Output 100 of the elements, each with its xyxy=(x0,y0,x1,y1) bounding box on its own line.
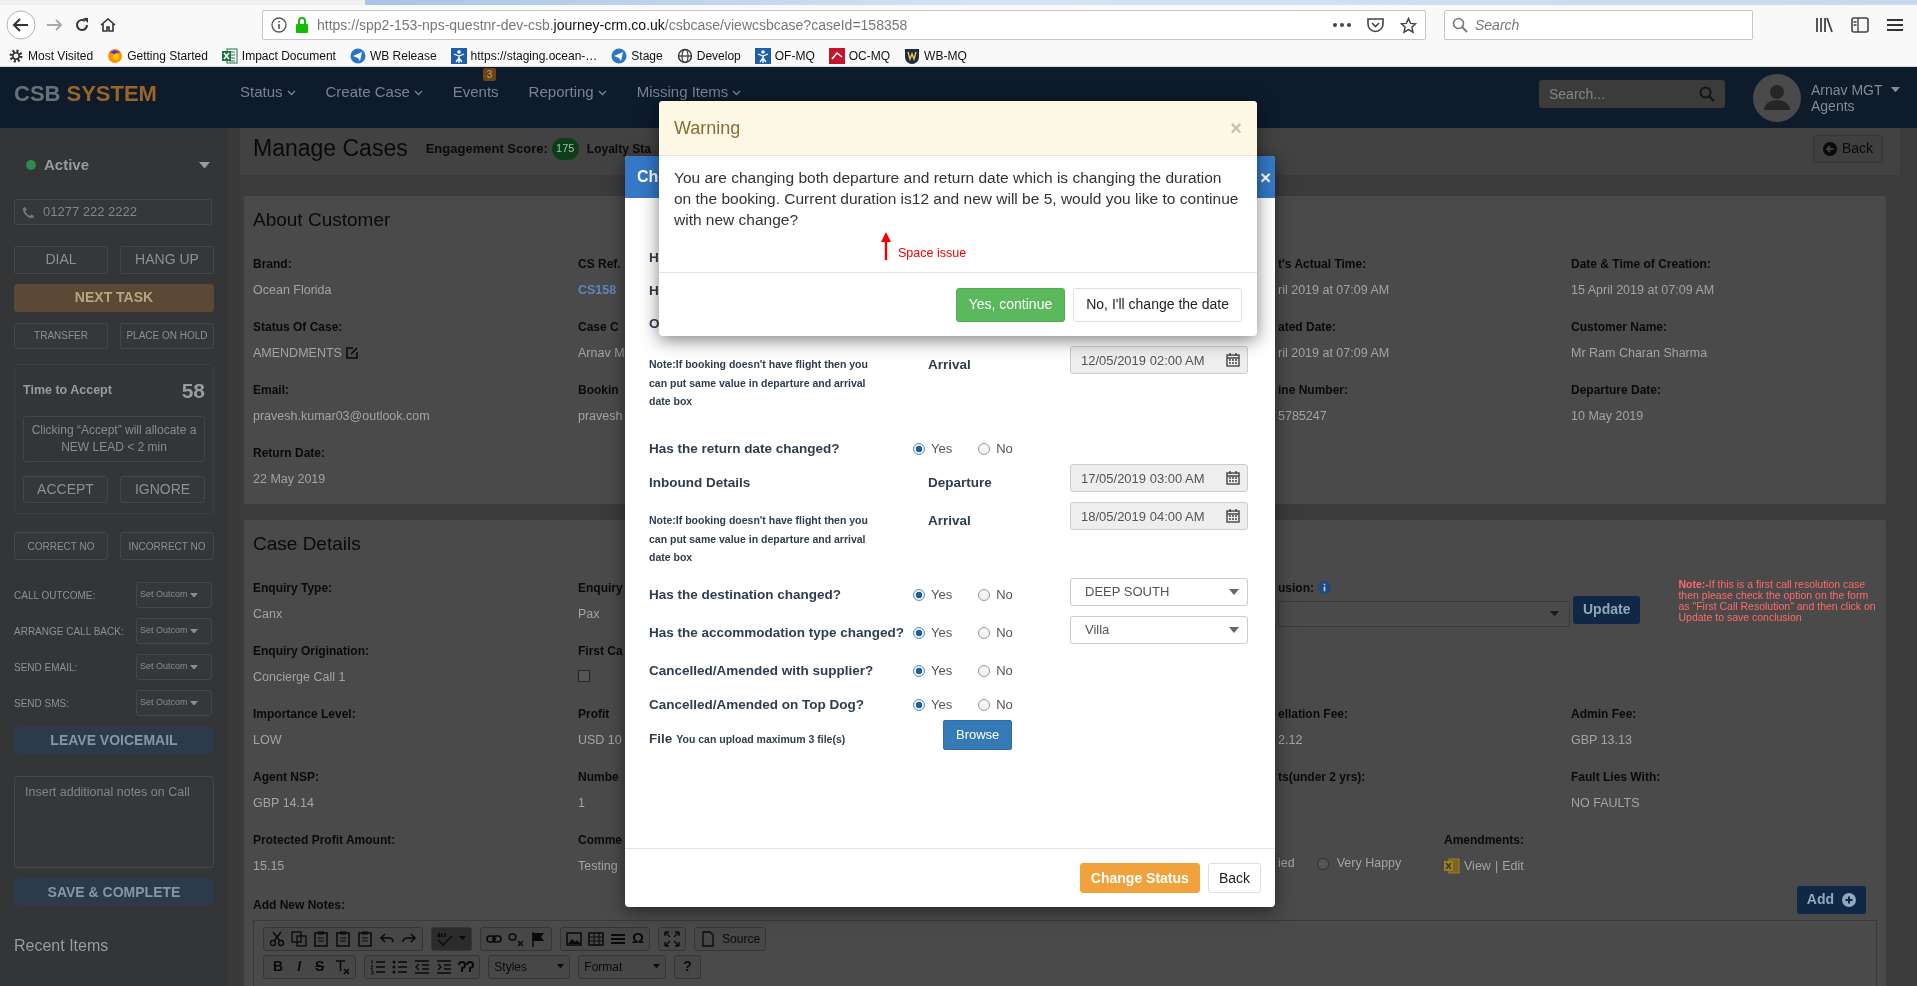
bookmark-link[interactable]: Develop xyxy=(696,46,741,65)
strikethrough-button[interactable]: S xyxy=(315,956,325,977)
italic-button[interactable]: I xyxy=(297,956,301,977)
sidebar-button[interactable]: IGNORE xyxy=(120,476,205,503)
numbered-list-icon[interactable] xyxy=(370,958,387,975)
outcome-dropdown[interactable]: Set Outcom xyxy=(136,654,212,680)
sidebar-button[interactable]: INCORRECT NO xyxy=(120,532,214,560)
search-field[interactable]: Search xyxy=(1444,10,1753,40)
avatar-icon[interactable] xyxy=(1753,73,1801,122)
search-icon[interactable] xyxy=(1699,85,1715,102)
bookmark-link[interactable]: Stage xyxy=(631,46,663,65)
menu-icon[interactable] xyxy=(1887,18,1903,32)
sidebar-button[interactable]: PLACE ON HOLD xyxy=(120,322,214,349)
outcome-dropdown[interactable]: Set Outcom xyxy=(136,690,212,716)
paste-icon[interactable] xyxy=(335,930,351,947)
nav-menu-item[interactable]: Events xyxy=(452,81,499,104)
amendment-link[interactable]: Edit xyxy=(1502,856,1524,876)
paste-icon[interactable] xyxy=(313,930,329,947)
reload-icon[interactable] xyxy=(74,17,90,33)
bookmark-link[interactable]: WB-MQ xyxy=(924,46,967,65)
date-field[interactable]: 12/05/2019 02:00 AM xyxy=(1070,346,1248,374)
clear-format-icon[interactable] xyxy=(334,958,351,975)
spellcheck-icon[interactable] xyxy=(437,930,453,947)
date-field[interactable]: 17/05/2019 03:00 AM xyxy=(1070,464,1248,492)
checkbox[interactable] xyxy=(578,669,590,682)
bold-button[interactable]: B xyxy=(273,956,284,977)
sidebar-button[interactable]: CORRECT NO xyxy=(14,532,108,560)
outcome-dropdown[interactable]: Set Outcom xyxy=(136,618,212,644)
calendar-icon[interactable] xyxy=(1226,353,1240,367)
bookmark-icon[interactable] xyxy=(8,47,24,64)
radio-button[interactable] xyxy=(913,442,925,455)
bookmark-link[interactable]: OF-MQ xyxy=(774,46,815,65)
more-icon[interactable] xyxy=(1333,23,1351,27)
image-icon[interactable] xyxy=(566,930,582,947)
case-reference-link[interactable]: CS158 xyxy=(578,280,617,300)
home-icon[interactable] xyxy=(100,17,116,33)
forward-icon[interactable] xyxy=(46,17,64,33)
sidebar-button[interactable]: DIAL xyxy=(14,245,108,274)
voicemail-button[interactable]: LEAVE VOICEMAIL xyxy=(14,726,214,754)
special-character-button[interactable]: Ω xyxy=(632,927,645,950)
dialog-button[interactable]: No, I'll change the date xyxy=(1073,287,1242,322)
star-icon[interactable] xyxy=(1400,16,1417,34)
dialog-button[interactable]: Yes, continue xyxy=(955,287,1066,322)
add-button[interactable]: Add xyxy=(1796,885,1866,914)
bookmark-icon[interactable] xyxy=(450,47,467,64)
amendment-link[interactable]: View xyxy=(1464,856,1491,876)
sidebar-button[interactable]: ACCEPT xyxy=(23,476,108,503)
radio-button[interactable] xyxy=(978,626,991,639)
radio-button[interactable] xyxy=(978,588,991,601)
sidebar-button[interactable]: TRANSFER xyxy=(14,322,108,349)
radio-button[interactable] xyxy=(913,698,925,711)
browser-tab[interactable] xyxy=(365,0,1917,5)
notes-field[interactable]: Insert additional notes on Call xyxy=(14,776,214,868)
maximize-icon[interactable] xyxy=(664,930,681,947)
bookmark-icon[interactable] xyxy=(676,47,693,64)
spellcheck-button[interactable] xyxy=(431,926,472,951)
indent-icon[interactable] xyxy=(436,958,453,975)
sidebar-button[interactable]: HANG UP xyxy=(120,245,214,274)
dialog-button[interactable]: Back xyxy=(1207,863,1261,893)
outcome-dropdown[interactable]: Set Outcom xyxy=(136,582,212,608)
flag-icon[interactable] xyxy=(530,930,546,947)
edit-icon[interactable] xyxy=(345,346,358,359)
dialog-button[interactable]: Change Status xyxy=(1079,863,1200,893)
radio-button[interactable] xyxy=(978,442,991,455)
bookmark-icon[interactable] xyxy=(754,47,771,64)
save-complete-button[interactable]: SAVE & COMPLETE xyxy=(14,878,214,906)
unlink-icon[interactable] xyxy=(508,930,524,947)
phone-field[interactable]: 01277 222 2222 xyxy=(14,198,212,225)
radio-button[interactable] xyxy=(913,664,925,677)
paste-icon[interactable] xyxy=(357,930,373,947)
cut-icon[interactable] xyxy=(269,930,285,947)
pocket-icon[interactable] xyxy=(1367,17,1384,33)
bookmark-link[interactable]: WB Release xyxy=(369,46,437,65)
close-button[interactable]: × xyxy=(1259,167,1271,187)
radio-button[interactable] xyxy=(913,588,925,601)
browse-button[interactable]: Browse xyxy=(943,720,1013,750)
bookmark-link[interactable]: Most Visited xyxy=(28,46,94,65)
calendar-icon[interactable] xyxy=(1226,471,1240,485)
dropdown[interactable]: DEEP SOUTH xyxy=(1070,578,1248,606)
outdent-icon[interactable] xyxy=(414,958,431,975)
date-field[interactable]: 18/05/2019 04:00 AM xyxy=(1070,502,1248,530)
document-icon[interactable] xyxy=(700,930,717,947)
calendar-icon[interactable] xyxy=(1226,509,1240,523)
bookmark-icon[interactable] xyxy=(904,47,921,64)
bookmark-link[interactable]: OC-MQ xyxy=(848,46,891,65)
conclusion-dropdown[interactable] xyxy=(1278,600,1570,627)
user-name[interactable]: Arnav MGT xyxy=(1811,81,1883,98)
bookmark-icon[interactable] xyxy=(107,47,124,64)
bookmark-icon[interactable] xyxy=(221,47,238,64)
radio-button[interactable] xyxy=(1316,857,1329,870)
nav-menu-item[interactable]: Reporting xyxy=(528,81,607,104)
nav-menu-item[interactable]: Create Case xyxy=(325,81,423,104)
radio-button[interactable] xyxy=(978,664,991,677)
radio-button[interactable] xyxy=(913,626,925,639)
dropdown[interactable]: Villa xyxy=(1070,616,1248,644)
radio-button[interactable] xyxy=(978,698,991,711)
search-field[interactable]: Search... xyxy=(1539,79,1725,108)
bookmark-link[interactable]: https://staging.ocean-… xyxy=(470,46,598,65)
bullet-list-icon[interactable] xyxy=(392,958,409,975)
update-button[interactable]: Update xyxy=(1573,595,1641,624)
